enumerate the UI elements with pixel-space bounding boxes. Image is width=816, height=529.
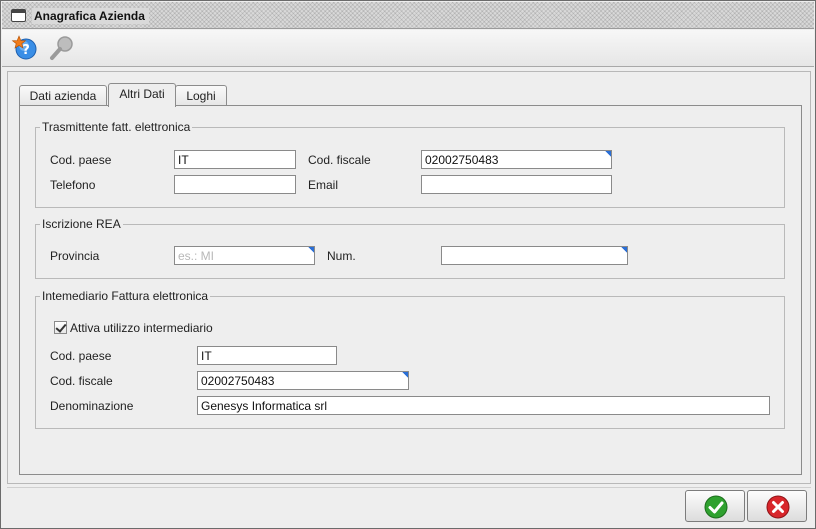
tab-loghi[interactable]: Loghi (175, 85, 227, 107)
confirm-button[interactable] (685, 490, 745, 522)
cod-paese-input[interactable] (174, 150, 296, 169)
int-cod-fiscale-input[interactable] (197, 371, 409, 390)
int-cod-paese-label: Cod. paese (50, 349, 112, 363)
toolbar: ? (2, 30, 814, 67)
svg-text:?: ? (22, 43, 30, 58)
help-button[interactable]: ? (11, 34, 39, 62)
tab-panel-altri-dati: Trasmittente fatt. elettronica Cod. paes… (19, 105, 802, 475)
email-label: Email (308, 178, 339, 192)
window-icon (11, 9, 26, 22)
search-button[interactable] (48, 34, 76, 62)
main-panel: Dati azienda Altri Dati Loghi Trasmitten… (7, 71, 811, 484)
denominazione-label: Denominazione (50, 399, 134, 413)
group-legend-rea: Iscrizione REA (40, 217, 123, 231)
cod-paese-label: Cod. paese (50, 153, 112, 167)
int-cod-paese-input[interactable] (197, 346, 337, 365)
group-legend-intermediario: Intemediario Fattura elettronica (40, 289, 211, 303)
close-icon (766, 495, 790, 519)
cod-fiscale-label: Cod. fiscale (308, 153, 371, 167)
denominazione-input[interactable] (197, 396, 770, 415)
tab-altri-dati[interactable]: Altri Dati (108, 83, 176, 107)
cod-fiscale-input[interactable] (421, 150, 612, 169)
num-label: Num. (327, 249, 356, 263)
group-intermediario: Intemediario Fattura elettronica Attiva … (35, 289, 785, 429)
check-icon (704, 495, 728, 519)
telefono-input[interactable] (174, 175, 296, 194)
search-icon (50, 36, 73, 60)
int-cod-fiscale-label: Cod. fiscale (50, 374, 113, 388)
bottom-bar (7, 487, 811, 525)
email-input[interactable] (421, 175, 612, 194)
provincia-label: Provincia (50, 249, 100, 263)
tab-dati-azienda[interactable]: Dati azienda (19, 85, 107, 107)
group-legend-trasmittente: Trasmittente fatt. elettronica (40, 120, 193, 134)
cancel-button[interactable] (747, 490, 807, 522)
telefono-label: Telefono (50, 178, 96, 192)
title-bar[interactable]: Anagrafica Azienda (2, 2, 814, 29)
provincia-input[interactable] (174, 246, 315, 265)
window-title: Anagrafica Azienda (32, 8, 149, 24)
attiva-intermediario-label: Attiva utilizzo intermediario (70, 321, 213, 335)
num-input[interactable] (441, 246, 628, 265)
group-rea: Iscrizione REA Provincia Num. (35, 217, 785, 279)
help-star-icon: ? (11, 35, 37, 60)
window: Anagrafica Azienda ? Dati azienda Altri … (0, 0, 816, 529)
group-trasmittente: Trasmittente fatt. elettronica Cod. paes… (35, 120, 785, 208)
attiva-intermediario-checkbox[interactable] (54, 321, 67, 334)
